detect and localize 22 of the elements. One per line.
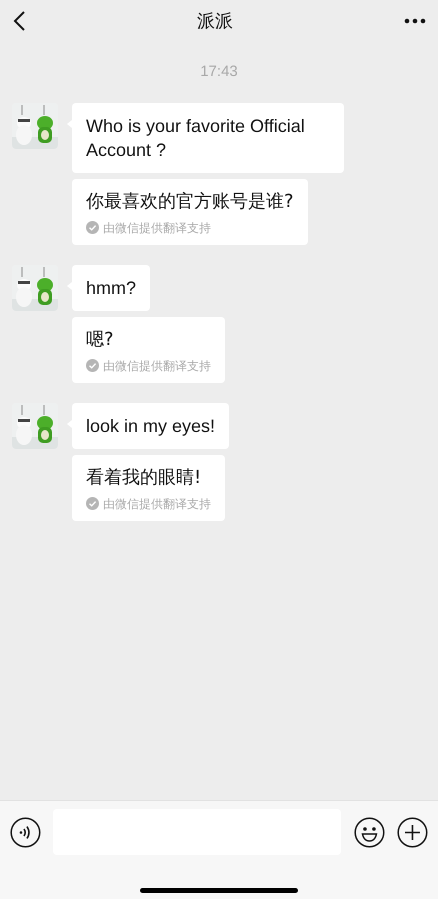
check-icon — [86, 497, 99, 510]
message-bubble[interactable]: hmm? — [72, 264, 150, 310]
back-icon[interactable] — [12, 10, 26, 32]
translation-bubble[interactable]: 你最喜欢的官方账号是谁? 由微信提供翻译支持 — [72, 178, 308, 244]
translation-bubble[interactable]: 嗯? 由微信提供翻译支持 — [72, 316, 225, 382]
translation-note: 由微信提供翻译支持 — [103, 496, 211, 512]
message-bubble[interactable]: Who is your favorite Official Account ? — [72, 102, 344, 172]
check-icon — [86, 359, 99, 372]
translation-text: 你最喜欢的官方账号是谁? — [86, 190, 294, 214]
emoji-icon[interactable] — [354, 816, 386, 848]
translation-text: 嗯? — [86, 328, 115, 352]
translation-text: 看着我的眼睛! — [86, 466, 202, 490]
translation-note: 由微信提供翻译支持 — [103, 358, 211, 374]
translation-bubble[interactable]: 看着我的眼睛! 由微信提供翻译支持 — [72, 454, 225, 520]
voice-icon[interactable] — [10, 816, 41, 848]
plus-icon[interactable] — [397, 816, 428, 848]
translation-note: 由微信提供翻译支持 — [103, 220, 211, 236]
check-icon — [86, 221, 99, 234]
timestamp: 17:43 — [200, 62, 238, 82]
message-bubble[interactable]: look in my eyes! — [72, 402, 230, 448]
more-icon[interactable] — [404, 18, 426, 24]
chat-title: 派派 — [197, 10, 233, 32]
